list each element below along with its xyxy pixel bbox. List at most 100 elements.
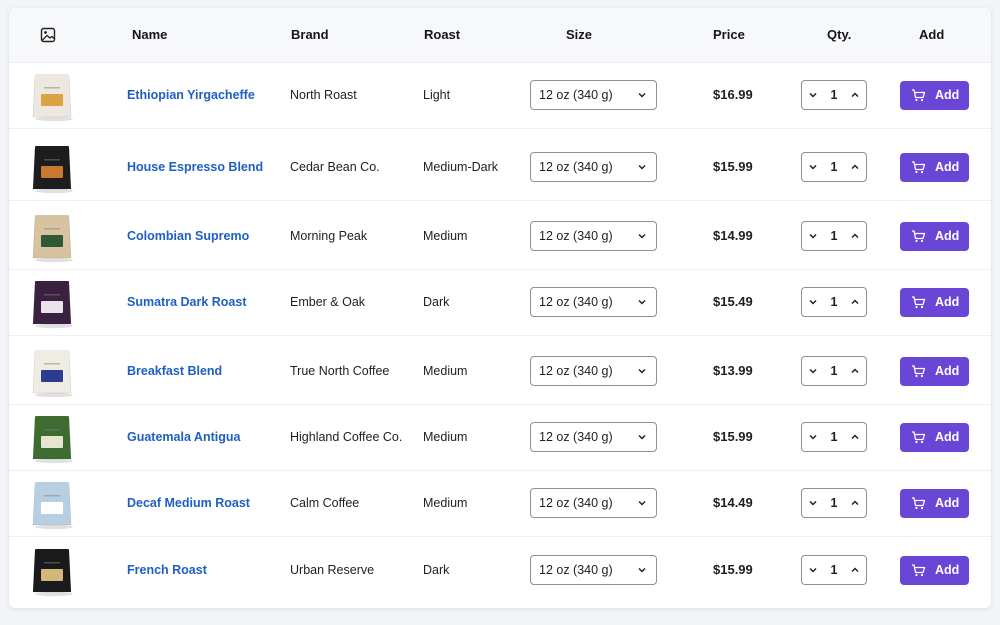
size-select[interactable]: 12 oz (340 g): [530, 488, 657, 518]
quantity-stepper[interactable]: 1: [801, 422, 867, 452]
product-table: Name Brand Roast Size Price Qty. Add Eth…: [9, 8, 991, 608]
brand-cell: Urban Reserve: [290, 563, 375, 577]
table-row: Decaf Medium Roast Calm Coffee Medium 12…: [9, 470, 991, 537]
chevron-down-icon: [638, 434, 646, 440]
quantity-stepper[interactable]: 1: [801, 287, 867, 317]
quantity-stepper[interactable]: 1: [801, 80, 867, 110]
product-name-link[interactable]: Ethiopian Yirgacheffe: [127, 62, 255, 128]
column-header-roast: Roast: [424, 27, 461, 42]
product-image: [32, 549, 73, 597]
chevron-up-icon[interactable]: [850, 498, 860, 508]
column-header-price: Price: [713, 27, 745, 42]
chevron-down-icon: [638, 567, 646, 573]
product-name-link[interactable]: French Roast: [127, 537, 207, 603]
add-to-cart-button[interactable]: Add: [900, 153, 969, 182]
quantity-value[interactable]: 1: [822, 153, 846, 181]
table-row: Sumatra Dark Roast Ember & Oak Dark 12 o…: [9, 269, 991, 336]
table-row: House Espresso Blend Cedar Bean Co. Medi…: [9, 134, 991, 201]
add-to-cart-button[interactable]: Add: [900, 357, 969, 386]
add-button-label: Add: [935, 496, 960, 510]
quantity-stepper[interactable]: 1: [801, 488, 867, 518]
add-to-cart-button[interactable]: Add: [900, 423, 969, 452]
cart-icon: [912, 431, 926, 444]
add-to-cart-button[interactable]: Add: [900, 288, 969, 317]
cart-icon: [912, 365, 926, 378]
product-image: [32, 281, 73, 329]
roast-cell: Medium: [423, 430, 468, 444]
size-select[interactable]: 12 oz (340 g): [530, 356, 657, 386]
quantity-stepper[interactable]: 1: [801, 555, 867, 585]
quantity-value[interactable]: 1: [822, 222, 846, 250]
product-name-link[interactable]: Decaf Medium Roast: [127, 470, 250, 536]
add-button-label: Add: [935, 430, 960, 444]
add-to-cart-button[interactable]: Add: [900, 81, 969, 110]
size-select[interactable]: 12 oz (340 g): [530, 80, 657, 110]
chevron-up-icon[interactable]: [850, 565, 860, 575]
add-button-label: Add: [935, 160, 960, 174]
chevron-down-icon[interactable]: [808, 90, 818, 100]
cart-icon: [912, 564, 926, 577]
product-image: [32, 350, 73, 398]
chevron-down-icon[interactable]: [808, 432, 818, 442]
add-button-label: Add: [935, 295, 960, 309]
chevron-up-icon[interactable]: [850, 90, 860, 100]
chevron-down-icon[interactable]: [808, 565, 818, 575]
product-name-link[interactable]: Colombian Supremo: [127, 203, 249, 269]
brand-cell: Highland Coffee Co.: [290, 430, 403, 444]
chevron-down-icon[interactable]: [808, 231, 818, 241]
add-button-label: Add: [935, 364, 960, 378]
size-select-value: 12 oz (340 g): [539, 88, 613, 102]
brand-cell: Ember & Oak: [290, 295, 366, 309]
price-cell: $14.99: [713, 228, 753, 243]
chevron-up-icon[interactable]: [850, 366, 860, 376]
add-to-cart-button[interactable]: Add: [900, 222, 969, 251]
size-select[interactable]: 12 oz (340 g): [530, 555, 657, 585]
product-image: [32, 146, 73, 194]
chevron-down-icon: [638, 92, 646, 98]
product-name-link[interactable]: Breakfast Blend: [127, 338, 222, 404]
add-button-label: Add: [935, 229, 960, 243]
cart-icon: [912, 497, 926, 510]
chevron-down-icon[interactable]: [808, 297, 818, 307]
quantity-value[interactable]: 1: [822, 357, 846, 385]
add-button-label: Add: [935, 563, 960, 577]
chevron-up-icon[interactable]: [850, 162, 860, 172]
size-select[interactable]: 12 oz (340 g): [530, 287, 657, 317]
add-to-cart-button[interactable]: Add: [900, 556, 969, 585]
column-header-size: Size: [566, 27, 593, 42]
quantity-stepper[interactable]: 1: [801, 152, 867, 182]
size-select[interactable]: 12 oz (340 g): [530, 152, 657, 182]
quantity-stepper[interactable]: 1: [801, 221, 867, 251]
quantity-value[interactable]: 1: [822, 288, 846, 316]
chevron-down-icon[interactable]: [808, 366, 818, 376]
quantity-value[interactable]: 1: [822, 489, 846, 517]
chevron-down-icon: [638, 368, 646, 374]
price-cell: $15.99: [713, 429, 753, 444]
product-name-link[interactable]: House Espresso Blend: [127, 134, 263, 200]
product-name-link[interactable]: Guatemala Antigua: [127, 404, 240, 470]
size-select-value: 12 oz (340 g): [539, 496, 613, 510]
price-cell: $15.49: [713, 294, 753, 309]
size-select[interactable]: 12 oz (340 g): [530, 422, 657, 452]
chevron-up-icon[interactable]: [850, 432, 860, 442]
chevron-up-icon[interactable]: [850, 297, 860, 307]
chevron-up-icon[interactable]: [850, 231, 860, 241]
price-cell: $15.99: [713, 562, 753, 577]
cart-icon: [912, 89, 926, 102]
add-to-cart-button[interactable]: Add: [900, 489, 969, 518]
chevron-down-icon[interactable]: [808, 162, 818, 172]
price-cell: $15.99: [713, 159, 753, 174]
quantity-stepper[interactable]: 1: [801, 356, 867, 386]
table-row: Guatemala Antigua Highland Coffee Co. Me…: [9, 404, 991, 471]
chevron-down-icon[interactable]: [808, 498, 818, 508]
size-select-value: 12 oz (340 g): [539, 229, 613, 243]
column-header-name: Name: [132, 27, 168, 42]
size-select[interactable]: 12 oz (340 g): [530, 221, 657, 251]
size-select-value: 12 oz (340 g): [539, 430, 613, 444]
quantity-value[interactable]: 1: [822, 81, 846, 109]
quantity-value[interactable]: 1: [822, 556, 846, 584]
quantity-value[interactable]: 1: [822, 423, 846, 451]
cart-icon: [912, 230, 926, 243]
price-cell: $14.49: [713, 495, 753, 510]
product-name-link[interactable]: Sumatra Dark Roast: [127, 269, 247, 335]
